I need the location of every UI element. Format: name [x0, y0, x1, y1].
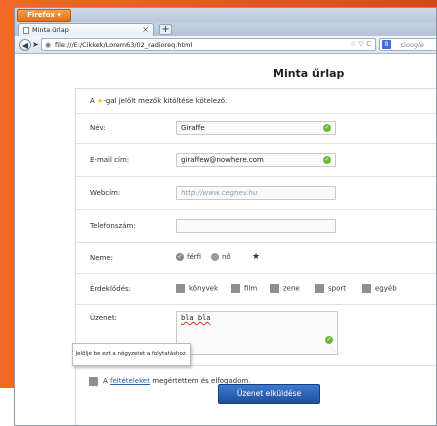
- address-bar[interactable]: ◉ file:///E:/Cikkek/Lorem63/02_radioreq.…: [41, 38, 376, 51]
- forward-button[interactable]: ➤: [32, 40, 39, 49]
- name-row: Név: Giraffe ✓: [76, 113, 436, 144]
- sample-form: A ★-gal jelölt mezők kitöltése kötelező.…: [75, 88, 436, 425]
- terms-link[interactable]: feltételeket: [110, 377, 150, 385]
- phone-input[interactable]: [176, 219, 336, 233]
- notice-row: A ★-gal jelölt mezők kitöltése kötelező.: [76, 89, 436, 114]
- interest-film-checkbox[interactable]: film: [231, 284, 257, 293]
- name-input[interactable]: Giraffe ✓: [176, 121, 336, 135]
- tab-strip: Minta űrlap × +: [15, 22, 436, 36]
- search-box[interactable]: 8 Google: [379, 38, 436, 51]
- gender-male-radio[interactable]: ✓ férfi: [176, 253, 201, 261]
- radio-icon: ✓: [176, 253, 184, 261]
- web-row: Webcím: http://www.cegnev.hu: [76, 176, 436, 210]
- phone-label: Telefonszám:: [90, 222, 136, 230]
- check-icon: ✓: [323, 124, 331, 132]
- page-title: Minta űrlap: [273, 67, 345, 80]
- interest-music-checkbox[interactable]: zene: [270, 284, 300, 293]
- new-tab-button[interactable]: +: [159, 24, 172, 35]
- check-icon: ✓: [325, 336, 333, 344]
- web-input[interactable]: http://www.cegnev.hu: [176, 186, 336, 200]
- phone-row: Telefonszám:: [76, 209, 436, 243]
- validation-tooltip: Jelölje be ezt a négyzetet a folytatásho…: [72, 343, 191, 366]
- gender-label: Neme:: [90, 254, 114, 262]
- checkbox-icon: [270, 284, 279, 293]
- gender-row: Neme: ✓ férfi nő ★: [76, 242, 436, 274]
- name-label: Név:: [90, 124, 106, 132]
- checkbox-icon: [176, 284, 185, 293]
- title-bar: Firefox ▾: [15, 8, 436, 22]
- submit-button[interactable]: Üzenet elküldése: [218, 384, 320, 404]
- web-label: Webcím:: [90, 189, 121, 197]
- radio-icon: [211, 253, 219, 261]
- firefox-menu-button[interactable]: Firefox ▾: [17, 9, 71, 22]
- terms-checkbox[interactable]: [89, 377, 102, 386]
- check-icon: ✓: [323, 156, 331, 164]
- message-label: Üzenet:: [90, 314, 117, 322]
- interests-label: Érdeklődés:: [90, 285, 131, 293]
- checkbox-icon: [315, 284, 324, 293]
- page-content: Minta űrlap A ★-gal jelölt mezők kitölté…: [15, 54, 436, 425]
- tab-title: Minta űrlap: [32, 26, 69, 34]
- search-placeholder: Google: [401, 41, 424, 49]
- tab-close-icon[interactable]: ×: [142, 25, 149, 34]
- star-icon: ★: [252, 252, 261, 262]
- interest-other-checkbox[interactable]: egyéb: [362, 284, 397, 293]
- checkbox-icon: [362, 284, 371, 293]
- google-icon[interactable]: 8: [382, 40, 391, 49]
- email-label: E-mail cím:: [90, 156, 130, 164]
- url-text: file:///E:/Cikkek/Lorem63/02_radioreq.ht…: [55, 41, 193, 49]
- bookmark-reload-icons[interactable]: ☆ ▽ C: [350, 40, 371, 48]
- page-icon: [23, 27, 29, 34]
- interest-sport-checkbox[interactable]: sport: [315, 284, 346, 293]
- globe-icon: ◉: [45, 41, 52, 49]
- email-input[interactable]: giraffew@nowhere.com ✓: [176, 153, 336, 167]
- required-notice: A ★-gal jelölt mezők kitöltése kötelező.: [90, 97, 228, 105]
- interest-books-checkbox[interactable]: könyvek: [176, 284, 218, 293]
- interests-row: Érdeklődés: könyvek film zene sport egyé…: [76, 273, 436, 305]
- message-textarea[interactable]: bla bla ✓ ⋱: [176, 311, 338, 355]
- tab-minta-urlap[interactable]: Minta űrlap ×: [18, 23, 154, 36]
- checkbox-icon: [89, 377, 98, 386]
- email-row: E-mail cím: giraffew@nowhere.com ✓: [76, 143, 436, 177]
- checkbox-icon: [231, 284, 240, 293]
- back-button[interactable]: ◀: [19, 39, 31, 51]
- resize-grip-icon[interactable]: ⋱: [329, 346, 335, 353]
- navigation-bar: ◀ ➤ ◉ file:///E:/Cikkek/Lorem63/02_radio…: [15, 36, 436, 54]
- gender-female-radio[interactable]: nő: [211, 253, 231, 261]
